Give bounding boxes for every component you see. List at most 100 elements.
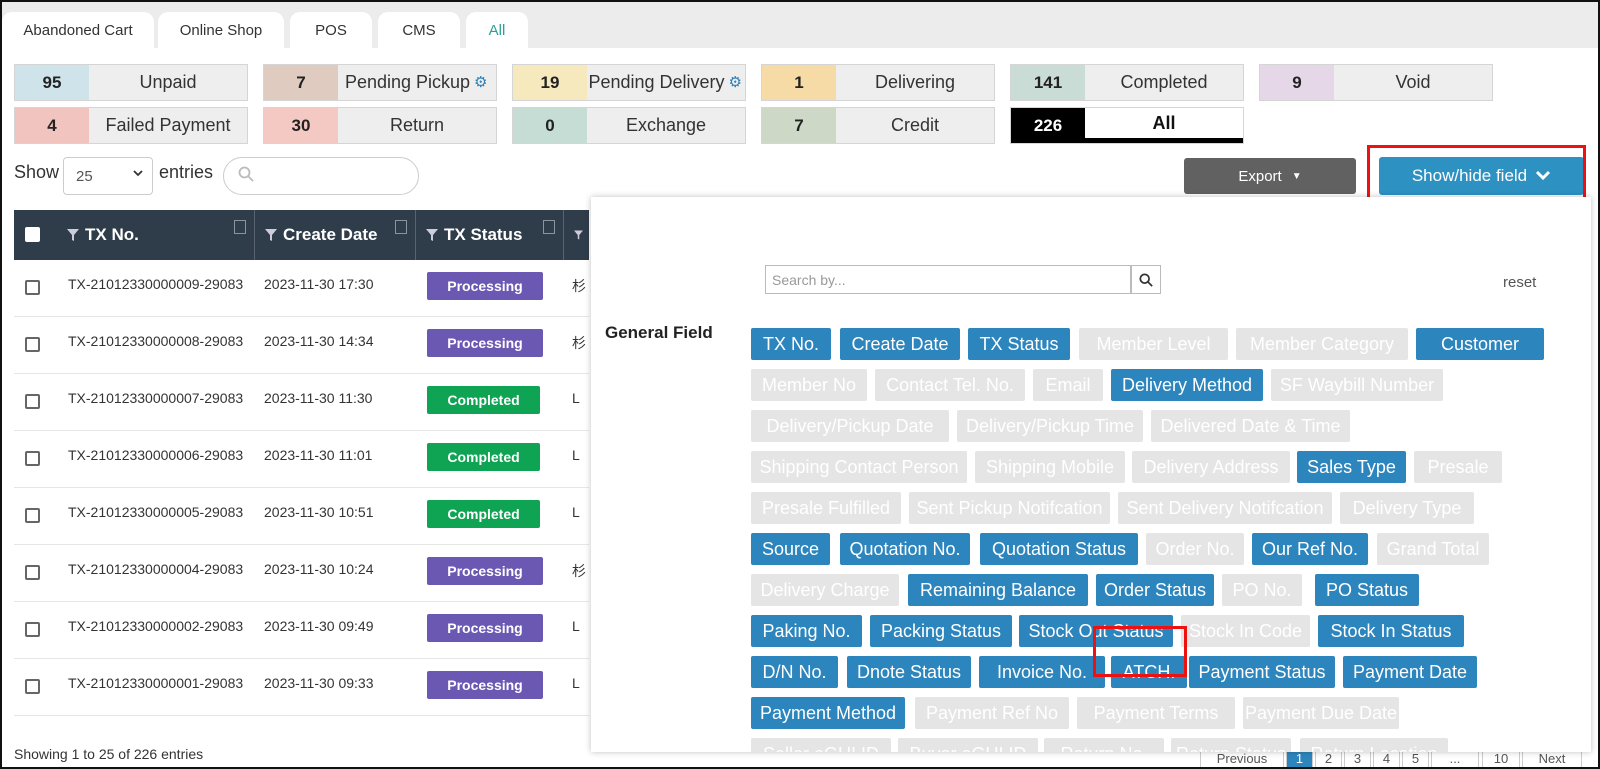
- cell-tx-no[interactable]: TX-21012330000001-29083: [68, 675, 243, 691]
- field-chip[interactable]: Delivery Method: [1111, 369, 1263, 401]
- tab-pos[interactable]: POS: [290, 12, 372, 48]
- cell-tx-no[interactable]: TX-21012330000004-29083: [68, 561, 243, 577]
- field-chip[interactable]: Return Status: [1171, 738, 1291, 752]
- field-chip[interactable]: Payment Date: [1343, 656, 1477, 688]
- row-checkbox[interactable]: [25, 679, 40, 694]
- field-chip[interactable]: Member Category: [1236, 328, 1408, 360]
- table-row[interactable]: TX-21012330000008-29083 2023-11-30 14:34 P…: [14, 317, 589, 374]
- row-checkbox[interactable]: [25, 451, 40, 466]
- status-card-failed-payment[interactable]: 4 Failed Payment: [14, 107, 248, 144]
- filter-icon[interactable]: [67, 229, 79, 241]
- field-chip[interactable]: Sales Type: [1297, 451, 1406, 483]
- field-chip[interactable]: PO Status: [1315, 574, 1419, 606]
- field-chip[interactable]: TX Status: [968, 328, 1070, 360]
- field-chip[interactable]: Payment Due Date: [1243, 697, 1399, 729]
- field-chip[interactable]: Source: [751, 533, 830, 565]
- sort-icon[interactable]: [395, 220, 407, 234]
- field-chip[interactable]: Delivery Type: [1340, 492, 1474, 524]
- cell-tx-no[interactable]: TX-21012330000007-29083: [68, 390, 243, 406]
- field-chip[interactable]: D/N No.: [751, 656, 838, 688]
- field-chip[interactable]: Buyer eGUI ID: [898, 738, 1038, 752]
- field-chip[interactable]: Paking No.: [751, 615, 862, 647]
- filter-icon[interactable]: [426, 229, 438, 241]
- field-chip[interactable]: Sent Pickup Notifcation: [909, 492, 1110, 524]
- field-chip[interactable]: Delivered Date & Time: [1151, 410, 1350, 442]
- status-card-return[interactable]: 30 Return: [263, 107, 497, 144]
- row-checkbox[interactable]: [25, 508, 40, 523]
- field-chip[interactable]: Sent Delivery Notifcation: [1118, 492, 1332, 524]
- table-row[interactable]: TX-21012330000004-29083 2023-11-30 10:24 P…: [14, 545, 589, 602]
- sort-icon[interactable]: [234, 220, 246, 234]
- status-card-pending-delivery[interactable]: 19 Pending Delivery ⚙: [512, 64, 746, 101]
- field-chip[interactable]: Presale Fulfilled: [751, 492, 901, 524]
- field-chip[interactable]: Quotation No.: [840, 533, 970, 565]
- field-chip[interactable]: TX No.: [751, 328, 831, 360]
- cell-tx-no[interactable]: TX-21012330000008-29083: [68, 333, 243, 349]
- field-chip[interactable]: Delivery/Pickup Time: [957, 410, 1143, 442]
- cell-tx-no[interactable]: TX-21012330000006-29083: [68, 447, 243, 463]
- table-row[interactable]: TX-21012330000006-29083 2023-11-30 11:01 C…: [14, 431, 589, 488]
- column-next[interactable]: [564, 210, 589, 260]
- column-tx-status[interactable]: TX Status: [416, 210, 564, 260]
- entries-select[interactable]: 25: [63, 157, 153, 195]
- field-chip[interactable]: Payment Ref No: [915, 697, 1069, 729]
- field-chip[interactable]: Delivery Charge: [751, 574, 899, 606]
- field-chip[interactable]: Presale: [1414, 451, 1502, 483]
- field-chip[interactable]: Order No.: [1146, 533, 1244, 565]
- field-chip[interactable]: Member Level: [1079, 328, 1228, 360]
- tab-all[interactable]: All: [466, 12, 528, 48]
- field-chip[interactable]: Grand Total: [1377, 533, 1489, 565]
- sort-icon[interactable]: [543, 220, 555, 234]
- field-chip[interactable]: Payment Method: [751, 697, 905, 729]
- field-chip[interactable]: Payment Status: [1189, 656, 1335, 688]
- table-row[interactable]: TX-21012330000007-29083 2023-11-30 11:30 C…: [14, 374, 589, 431]
- column-tx-no[interactable]: TX No.: [57, 210, 255, 260]
- filter-icon[interactable]: [574, 229, 583, 241]
- table-search-input[interactable]: [223, 157, 419, 195]
- field-chip[interactable]: Return No.: [1044, 738, 1164, 752]
- status-card-completed[interactable]: 141 Completed: [1010, 64, 1244, 101]
- field-chip[interactable]: Shipping Mobile: [975, 451, 1125, 483]
- row-checkbox[interactable]: [25, 565, 40, 580]
- field-chip[interactable]: Packing Status: [870, 615, 1012, 647]
- field-chip[interactable]: Stock In Code: [1181, 615, 1310, 647]
- cell-tx-no[interactable]: TX-21012330000005-29083: [68, 504, 243, 520]
- field-search-input[interactable]: Search by...: [765, 265, 1131, 294]
- field-chip[interactable]: Delivery/Pickup Date: [751, 410, 949, 442]
- tab-cms[interactable]: CMS: [378, 12, 460, 48]
- cell-tx-no[interactable]: TX-21012330000009-29083: [68, 276, 243, 292]
- row-checkbox[interactable]: [25, 280, 40, 295]
- field-chip[interactable]: Quotation Status: [980, 533, 1138, 565]
- reset-link[interactable]: reset: [1503, 274, 1536, 291]
- gear-icon[interactable]: ⚙: [729, 75, 744, 90]
- field-chip[interactable]: Our Ref No.: [1252, 533, 1368, 565]
- row-checkbox[interactable]: [25, 622, 40, 637]
- field-chip[interactable]: Delivery Address: [1132, 451, 1290, 483]
- tab-online-shop[interactable]: Online Shop: [158, 12, 284, 48]
- table-row[interactable]: TX-21012330000005-29083 2023-11-30 10:51 C…: [14, 488, 589, 545]
- field-chip[interactable]: SF Waybill Number: [1271, 369, 1443, 401]
- filter-icon[interactable]: [265, 229, 277, 241]
- field-chip[interactable]: Invoice No.: [979, 656, 1105, 688]
- status-card-exchange[interactable]: 0 Exchange: [512, 107, 746, 144]
- field-chip[interactable]: Order Status: [1096, 574, 1214, 606]
- field-search-button[interactable]: [1131, 265, 1161, 294]
- select-all-checkbox[interactable]: [25, 227, 40, 242]
- cell-tx-no[interactable]: TX-21012330000002-29083: [68, 618, 243, 634]
- field-chip[interactable]: Shipping Contact Person: [751, 451, 967, 483]
- field-chip[interactable]: Return Location: [1300, 738, 1448, 752]
- row-checkbox[interactable]: [25, 337, 40, 352]
- status-card-credit[interactable]: 7 Credit: [761, 107, 995, 144]
- field-chip[interactable]: Remaining Balance: [908, 574, 1088, 606]
- status-card-delivering[interactable]: 1 Delivering: [761, 64, 995, 101]
- status-card-all[interactable]: 226 All: [1010, 107, 1244, 144]
- export-button[interactable]: Export ▼: [1184, 158, 1356, 194]
- field-chip[interactable]: Payment Terms: [1077, 697, 1235, 729]
- gear-icon[interactable]: ⚙: [474, 75, 489, 90]
- status-card-pending-pickup[interactable]: 7 Pending Pickup ⚙: [263, 64, 497, 101]
- field-chip[interactable]: Member No: [751, 369, 867, 401]
- field-chip[interactable]: Contact Tel. No.: [875, 369, 1025, 401]
- field-chip[interactable]: Create Date: [840, 328, 960, 360]
- tab-abandoned-cart[interactable]: Abandoned Cart: [2, 12, 154, 48]
- status-card-unpaid[interactable]: 95 Unpaid: [14, 64, 248, 101]
